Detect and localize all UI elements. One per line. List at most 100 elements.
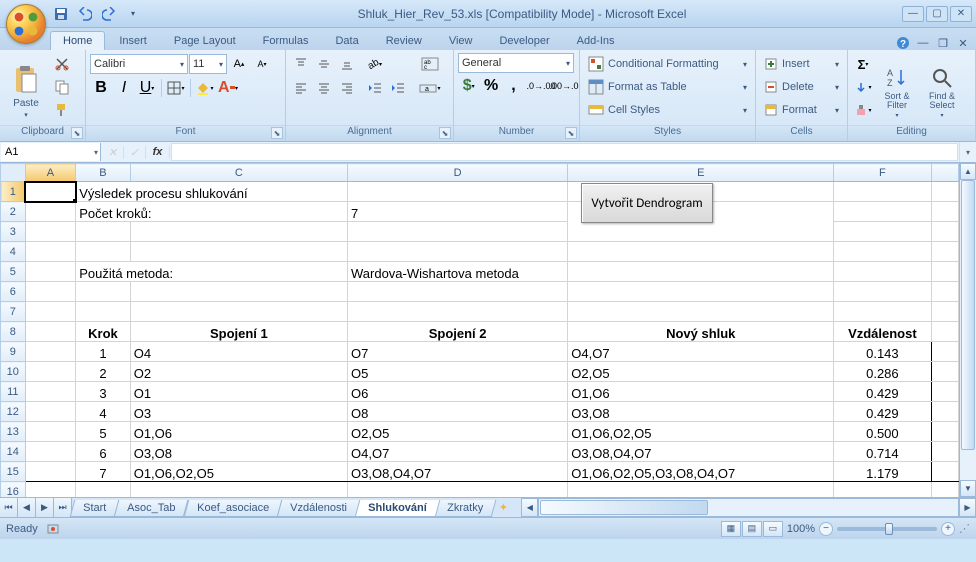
- percent-icon[interactable]: %: [480, 75, 501, 97]
- orientation-icon[interactable]: ab▾: [364, 53, 386, 75]
- format-painter-icon[interactable]: [51, 99, 73, 121]
- currency-icon[interactable]: $▾: [458, 75, 479, 97]
- fill-icon[interactable]: ▾: [852, 76, 874, 98]
- format-cells-button[interactable]: Format▾: [760, 99, 843, 121]
- autosum-icon[interactable]: Σ▾: [852, 53, 874, 75]
- scroll-thumb[interactable]: [961, 180, 975, 450]
- cancel-formula-icon[interactable]: ✕: [102, 146, 124, 159]
- row-header[interactable]: 5: [1, 262, 26, 282]
- tab-page-layout[interactable]: Page Layout: [161, 31, 249, 50]
- col-header-e[interactable]: E: [568, 164, 834, 182]
- scroll-up-icon[interactable]: ▲: [960, 163, 976, 180]
- font-size-select[interactable]: 11▾: [189, 54, 227, 74]
- row-header[interactable]: 12: [1, 402, 26, 422]
- col-header-c[interactable]: C: [130, 164, 347, 182]
- row-header[interactable]: 1: [1, 182, 26, 202]
- page-layout-view-icon[interactable]: ▤: [742, 521, 762, 537]
- row-header[interactable]: 2: [1, 202, 26, 222]
- tab-next-icon[interactable]: ▶: [36, 498, 54, 517]
- sheet-tab-start[interactable]: Start: [70, 500, 120, 517]
- zoom-in-icon[interactable]: +: [941, 522, 955, 536]
- sheet-tab-asoc[interactable]: Asoc_Tab: [114, 500, 189, 517]
- format-as-table-button[interactable]: Format as Table▾: [584, 76, 751, 98]
- alignment-launcher[interactable]: ⬊: [439, 127, 451, 139]
- col-header-d[interactable]: D: [348, 164, 568, 182]
- sort-filter-button[interactable]: AZ Sort & Filter▾: [877, 53, 917, 121]
- delete-cells-button[interactable]: Delete▾: [760, 76, 843, 98]
- decrease-indent-icon[interactable]: [364, 77, 386, 99]
- maximize-button[interactable]: ▢: [926, 6, 948, 22]
- select-all-corner[interactable]: [1, 164, 26, 182]
- paste-button[interactable]: Paste ▾: [4, 53, 48, 121]
- hscroll-thumb[interactable]: [540, 500, 707, 515]
- macro-record-icon[interactable]: [46, 522, 60, 536]
- save-icon[interactable]: [52, 5, 70, 23]
- clear-icon[interactable]: ▾: [852, 99, 874, 121]
- font-name-select[interactable]: Calibri▾: [90, 54, 188, 74]
- wb-minimize-icon[interactable]: —: [916, 36, 930, 50]
- tab-developer[interactable]: Developer: [486, 31, 562, 50]
- italic-icon[interactable]: I: [113, 77, 135, 99]
- resize-grip-icon[interactable]: ⋰: [959, 522, 970, 535]
- horizontal-scrollbar[interactable]: ◀ ▶: [521, 498, 976, 517]
- col-header-f[interactable]: F: [834, 164, 931, 182]
- decrease-decimal-icon[interactable]: .00→.0: [553, 75, 575, 97]
- insert-cells-button[interactable]: Insert▾: [760, 53, 843, 75]
- row-header[interactable]: 3: [1, 222, 26, 242]
- sheet-tab-zkratky[interactable]: Zkratky: [434, 500, 497, 517]
- font-color-icon[interactable]: A▾: [217, 77, 239, 99]
- align-left-icon[interactable]: [290, 77, 312, 99]
- increase-font-icon[interactable]: A▴: [228, 53, 250, 75]
- cell-styles-button[interactable]: Cell Styles▾: [584, 99, 751, 121]
- row-header[interactable]: 7: [1, 302, 26, 322]
- decrease-font-icon[interactable]: A▾: [251, 53, 273, 75]
- tab-home[interactable]: Home: [50, 31, 105, 50]
- font-launcher[interactable]: ⬊: [271, 127, 283, 139]
- undo-icon[interactable]: [76, 5, 94, 23]
- col-header-a[interactable]: A: [25, 164, 76, 182]
- row-header[interactable]: 6: [1, 282, 26, 302]
- page-break-view-icon[interactable]: ▭: [763, 521, 783, 537]
- tab-prev-icon[interactable]: ◀: [18, 498, 36, 517]
- row-header[interactable]: 15: [1, 462, 26, 482]
- row-header[interactable]: 10: [1, 362, 26, 382]
- enter-formula-icon[interactable]: ✓: [124, 146, 146, 159]
- zoom-slider-thumb[interactable]: [885, 523, 893, 535]
- office-button[interactable]: [6, 4, 46, 44]
- cell-a1[interactable]: [25, 182, 76, 202]
- zoom-level[interactable]: 100%: [787, 523, 815, 535]
- bold-icon[interactable]: B: [90, 77, 112, 99]
- wrap-text-icon[interactable]: abc: [416, 53, 444, 75]
- row-header[interactable]: 11: [1, 382, 26, 402]
- sheet-tab-koef[interactable]: Koef_asociace: [183, 500, 282, 517]
- normal-view-icon[interactable]: ▦: [721, 521, 741, 537]
- number-launcher[interactable]: ⬊: [565, 127, 577, 139]
- row-header[interactable]: 8: [1, 322, 26, 342]
- minimize-button[interactable]: —: [902, 6, 924, 22]
- tab-review[interactable]: Review: [373, 31, 435, 50]
- conditional-formatting-button[interactable]: Conditional Formatting▾: [584, 53, 751, 75]
- tab-first-icon[interactable]: ⏮: [0, 498, 18, 517]
- tab-formulas[interactable]: Formulas: [250, 31, 322, 50]
- col-header-b[interactable]: B: [76, 164, 131, 182]
- find-select-button[interactable]: Find & Select▾: [920, 53, 964, 121]
- align-right-icon[interactable]: [336, 77, 358, 99]
- close-button[interactable]: ✕: [950, 6, 972, 22]
- fill-color-icon[interactable]: ▾: [194, 77, 216, 99]
- copy-icon[interactable]: [51, 76, 73, 98]
- border-icon[interactable]: ▾: [165, 77, 187, 99]
- number-format-select[interactable]: General▾: [458, 53, 574, 73]
- align-middle-icon[interactable]: [313, 53, 335, 75]
- help-icon[interactable]: ?: [896, 36, 910, 50]
- scroll-right-icon[interactable]: ▶: [959, 498, 976, 517]
- tab-addins[interactable]: Add-Ins: [564, 31, 628, 50]
- tab-data[interactable]: Data: [322, 31, 371, 50]
- wb-restore-icon[interactable]: ❐: [936, 36, 950, 50]
- comma-icon[interactable]: ,: [503, 75, 524, 97]
- create-dendrogram-button[interactable]: Vytvořit Dendrogram: [581, 183, 713, 223]
- row-header[interactable]: 13: [1, 422, 26, 442]
- underline-icon[interactable]: U▾: [136, 77, 158, 99]
- spreadsheet-grid[interactable]: A B C D E F 1Výsledek procesu shlukování…: [0, 163, 959, 497]
- vertical-scrollbar[interactable]: ▲ ▼: [959, 163, 976, 497]
- row-header[interactable]: 16: [1, 482, 26, 498]
